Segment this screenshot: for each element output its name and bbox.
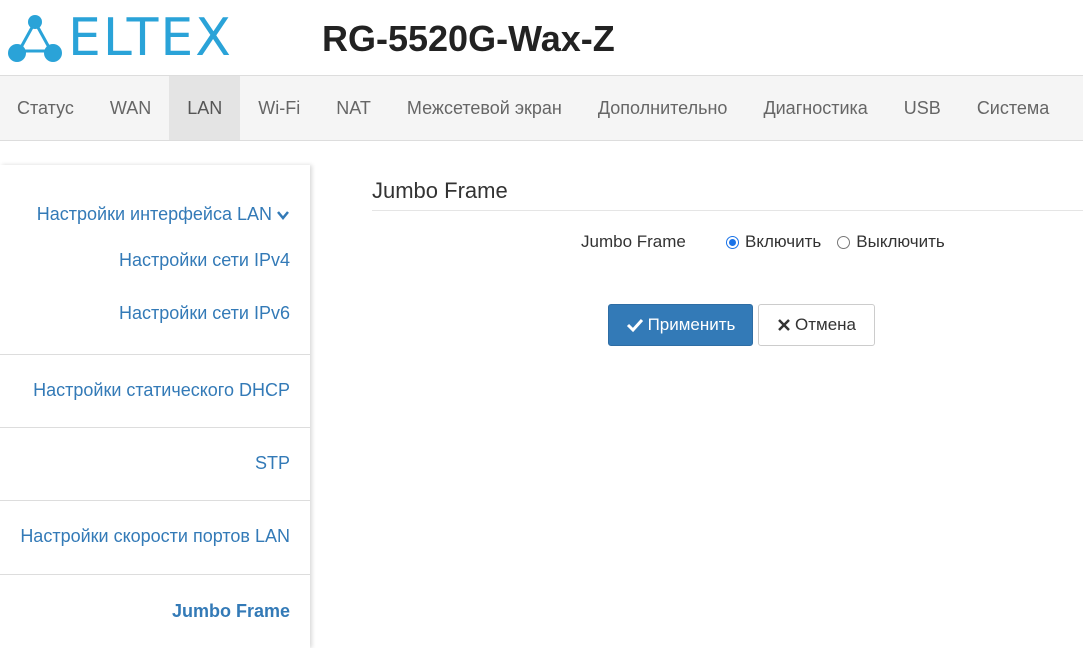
nav-system[interactable]: Система: [959, 76, 1068, 140]
sidebar-item-jumbo-frame[interactable]: Jumbo Frame: [0, 600, 310, 622]
cancel-button[interactable]: Отмена: [758, 304, 875, 346]
nav-nat[interactable]: NAT: [318, 76, 389, 140]
main-nav: Статус WAN LAN Wi-Fi NAT Межсетевой экра…: [0, 75, 1083, 141]
sidebar-item-label: Настройки интерфейса LAN: [36, 204, 272, 224]
sidebar-item-lan-interface[interactable]: Настройки интерфейса LAN: [0, 165, 310, 230]
sidebar-group-dhcp: Настройки статического DHCP: [0, 355, 310, 428]
jumbo-frame-radio-group: Включить Выключить: [726, 232, 961, 252]
check-icon: [626, 318, 643, 333]
jumbo-frame-label: Jumbo Frame: [581, 232, 686, 251]
header: ELTEX RG-5520G-Wax-Z: [0, 0, 1083, 75]
nav-status[interactable]: Статус: [0, 76, 92, 140]
logo-text: ELTEX: [68, 8, 233, 68]
nav-diagnostics[interactable]: Диагностика: [745, 76, 885, 140]
jumbo-frame-row: Jumbo Frame Включить Выключить: [372, 232, 1083, 256]
enable-radio-label[interactable]: Включить: [745, 232, 821, 252]
eltex-logo-icon: [8, 15, 62, 62]
enable-radio[interactable]: [726, 235, 739, 249]
eltex-logo[interactable]: ELTEX: [6, 12, 233, 64]
sidebar-item-port-speed[interactable]: Настройки скорости портов LAN: [0, 525, 310, 547]
apply-button[interactable]: Применить: [608, 304, 753, 346]
nav-usb[interactable]: USB: [886, 76, 959, 140]
sidebar-group-interface: Настройки интерфейса LAN Настройки сети …: [0, 165, 310, 355]
close-icon: [778, 319, 790, 331]
nav-wan[interactable]: WAN: [92, 76, 169, 140]
nav-firewall[interactable]: Межсетевой экран: [389, 76, 580, 140]
sidebar-group-jumbo: Jumbo Frame: [0, 575, 310, 622]
sidebar-group-stp: STP: [0, 428, 310, 501]
cancel-button-label: Отмена: [795, 315, 856, 334]
sidebar-group-port-speed: Настройки скорости портов LAN: [0, 501, 310, 575]
nav-lan[interactable]: LAN: [169, 76, 241, 140]
main-content: Jumbo Frame Jumbo Frame Включить Выключи…: [372, 178, 1083, 346]
disable-radio[interactable]: [837, 235, 851, 249]
sidebar: Настройки интерфейса LAN Настройки сети …: [0, 165, 310, 648]
device-model-title: RG-5520G-Wax-Z: [322, 18, 615, 59]
sidebar-item-ipv4[interactable]: Настройки сети IPv4: [0, 249, 310, 271]
apply-button-label: Применить: [647, 315, 736, 334]
chevron-down-icon: [277, 211, 289, 221]
nav-advanced[interactable]: Дополнительно: [580, 76, 746, 140]
nav-wifi[interactable]: Wi-Fi: [240, 76, 318, 140]
sidebar-item-ipv6[interactable]: Настройки сети IPv6: [0, 302, 310, 324]
sidebar-item-static-dhcp[interactable]: Настройки статического DHCP: [0, 379, 310, 401]
section-title: Jumbo Frame: [372, 178, 1083, 211]
disable-radio-label[interactable]: Выключить: [856, 232, 944, 252]
sidebar-item-stp[interactable]: STP: [0, 452, 310, 474]
